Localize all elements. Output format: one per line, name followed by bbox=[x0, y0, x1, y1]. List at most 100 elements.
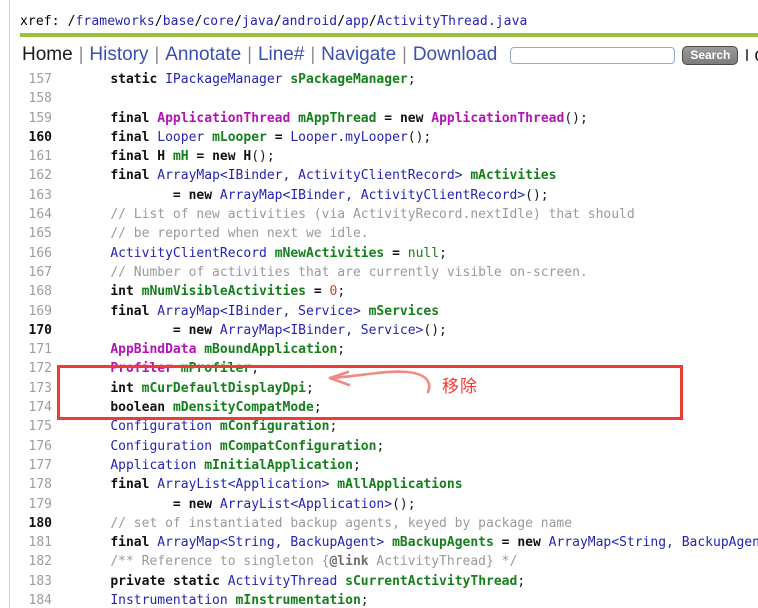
code-line: 173 int mCurDefaultDisplayDpi; bbox=[11, 379, 758, 398]
code-line-content: Configuration mConfiguration; bbox=[110, 419, 338, 435]
code-line: 176 Configuration mCompatConfiguration; bbox=[11, 437, 758, 456]
code-line: 172 Profiler mProfiler; bbox=[11, 359, 758, 378]
line-number[interactable]: 173 bbox=[11, 379, 59, 398]
line-number[interactable]: 183 bbox=[11, 572, 59, 591]
line-number[interactable]: 161 bbox=[11, 147, 59, 166]
line-number[interactable]: 175 bbox=[11, 417, 59, 436]
code-line: 170 = new ArrayMap<IBinder, Service>(); bbox=[11, 321, 758, 340]
code-line: 157 static IPackageManager sPackageManag… bbox=[11, 70, 758, 89]
line-number[interactable]: 177 bbox=[11, 456, 59, 475]
code-line-content: final ArrayMap<IBinder, ActivityClientRe… bbox=[110, 168, 557, 184]
line-number[interactable]: 181 bbox=[11, 533, 59, 552]
code-line: 180 // set of instantiated backup agents… bbox=[11, 514, 758, 533]
code-line-content: final ArrayMap<IBinder, Service> mServic… bbox=[110, 303, 440, 319]
nav-link-navigate[interactable]: Navigate bbox=[315, 44, 402, 65]
code-line-content: AppBindData mBoundApplication; bbox=[110, 342, 346, 358]
code-line-content: Instrumentation mInstrumentation; bbox=[110, 593, 369, 608]
line-number[interactable]: 184 bbox=[11, 591, 59, 608]
code-line-content: private static ActivityThread sCurrentAc… bbox=[110, 573, 526, 589]
code-line-content: // Number of activities that are current… bbox=[110, 264, 588, 280]
code-line-content: int mNumVisibleActivities = 0; bbox=[110, 284, 346, 300]
code-line-content: // be reported when next we idle. bbox=[110, 226, 369, 242]
search-button[interactable]: Search bbox=[682, 45, 739, 65]
nav-links-group: Home | History | Annotate | Line# | Navigate | Dow… bbox=[22, 45, 503, 65]
source-code-viewer[interactable]: 157 static IPackageManager sPackageManag… bbox=[11, 70, 758, 608]
only-checkbox[interactable] bbox=[746, 49, 749, 61]
line-number[interactable]: 167 bbox=[11, 263, 59, 282]
code-line-content: final ArrayMap<String, BackupAgent> mBac… bbox=[110, 535, 758, 551]
line-number[interactable]: 172 bbox=[11, 359, 59, 378]
xref-path-segment[interactable]: app bbox=[345, 14, 369, 29]
line-number[interactable]: 166 bbox=[11, 244, 59, 263]
xref-path-segment[interactable]: core bbox=[202, 14, 234, 29]
line-number[interactable]: 160 bbox=[11, 128, 59, 147]
xref-separator: / bbox=[234, 14, 243, 29]
code-line-content: final Looper mLooper = Looper.myLooper()… bbox=[110, 129, 432, 145]
only-checkbox-label: only bbox=[754, 46, 758, 65]
navigation-bar: Home | History | Annotate | Line# | Navigate | Dow… bbox=[22, 41, 758, 69]
code-line: 165 // be reported when next we idle. bbox=[11, 224, 758, 243]
xref-path-segment[interactable]: base bbox=[163, 14, 195, 29]
code-line: 178 final ArrayList<Application> mAllApp… bbox=[11, 475, 758, 494]
code-line-content: /** Reference to singleton {@link Activi… bbox=[110, 554, 518, 570]
xref-label: xref: bbox=[20, 14, 60, 29]
line-number[interactable]: 171 bbox=[11, 340, 59, 359]
code-line: 168 int mNumVisibleActivities = 0; bbox=[11, 282, 758, 301]
line-number[interactable]: 165 bbox=[11, 224, 59, 243]
line-number[interactable]: 169 bbox=[11, 302, 59, 321]
line-number[interactable]: 162 bbox=[11, 166, 59, 185]
code-line: 163 = new ArrayMap<IBinder, ActivityClie… bbox=[11, 186, 758, 205]
xref-path-segment[interactable]: frameworks bbox=[76, 14, 155, 29]
nav-link-line-[interactable]: Line# bbox=[252, 44, 311, 65]
code-table: 157 static IPackageManager sPackageManag… bbox=[11, 70, 758, 608]
code-line: 177 Application mInitialApplication; bbox=[11, 456, 758, 475]
code-line-content: // List of new activities (via ActivityR… bbox=[110, 207, 635, 223]
code-line-content: = new ArrayMap<IBinder, ActivityClientRe… bbox=[172, 187, 549, 203]
line-number[interactable]: 176 bbox=[11, 437, 59, 456]
code-line-content: boolean mDensityCompatMode; bbox=[110, 400, 322, 416]
line-number[interactable]: 164 bbox=[11, 205, 59, 224]
line-number[interactable]: 179 bbox=[11, 495, 59, 514]
line-number[interactable]: 168 bbox=[11, 282, 59, 301]
line-number[interactable]: 163 bbox=[11, 186, 59, 205]
xref-path-segment[interactable]: java bbox=[242, 14, 274, 29]
code-line-content: = new ArrayList<Application>(); bbox=[172, 496, 416, 512]
line-number[interactable]: 157 bbox=[11, 70, 59, 89]
page-left-edge bbox=[0, 0, 10, 608]
xref-path[interactable]: /frameworks/base/core/java/android/app/A… bbox=[60, 14, 528, 29]
code-line: 179 = new ArrayList<Application>(); bbox=[11, 495, 758, 514]
search-input[interactable] bbox=[510, 46, 676, 64]
code-line: 161 final H mH = new H(); bbox=[11, 147, 758, 166]
nav-link-annotate[interactable]: Annotate bbox=[159, 44, 247, 65]
code-line: 171 AppBindData mBoundApplication; bbox=[11, 340, 758, 359]
xref-path-segment[interactable]: ActivityThread.java bbox=[377, 14, 528, 29]
code-line-content: = new ArrayMap<IBinder, Service>(); bbox=[172, 322, 447, 338]
nav-link-home[interactable]: Home bbox=[22, 44, 79, 65]
xref-separator: / bbox=[337, 14, 346, 29]
code-line: 166 ActivityClientRecord mNewActivities … bbox=[11, 244, 758, 263]
line-number[interactable]: 174 bbox=[11, 398, 59, 417]
code-line: 182 /** Reference to singleton {@link Ac… bbox=[11, 552, 758, 571]
line-number[interactable]: 178 bbox=[11, 475, 59, 494]
code-line-content: final ArrayList<Application> mAllApplica… bbox=[110, 477, 463, 493]
line-number[interactable]: 180 bbox=[11, 514, 59, 533]
line-number[interactable]: 159 bbox=[11, 109, 59, 128]
code-line: 169 final ArrayMap<IBinder, Service> mSe… bbox=[11, 302, 758, 321]
code-line-content: static IPackageManager sPackageManager; bbox=[110, 72, 416, 87]
code-line: 162 final ArrayMap<IBinder, ActivityClie… bbox=[11, 166, 758, 185]
nav-link-download[interactable]: Download bbox=[407, 44, 504, 65]
code-line-content: Configuration mCompatConfiguration; bbox=[110, 438, 385, 454]
code-line-content: Profiler mProfiler; bbox=[110, 361, 260, 377]
xref-separator: / bbox=[273, 14, 282, 29]
line-number[interactable]: 170 bbox=[11, 321, 59, 340]
nav-link-history[interactable]: History bbox=[83, 44, 154, 65]
code-line: 164 // List of new activities (via Activ… bbox=[11, 205, 758, 224]
xref-separator: / bbox=[154, 14, 163, 29]
code-line: 167 // Number of activities that are cur… bbox=[11, 263, 758, 282]
code-line: 181 final ArrayMap<String, BackupAgent> … bbox=[11, 533, 758, 552]
code-line-content: final H mH = new H(); bbox=[110, 149, 275, 165]
line-number[interactable]: 158 bbox=[11, 89, 59, 108]
line-number[interactable]: 182 bbox=[11, 552, 59, 571]
xref-breadcrumb: xref: /frameworks/base/core/java/android… bbox=[20, 14, 750, 29]
xref-path-segment[interactable]: android bbox=[282, 14, 338, 29]
